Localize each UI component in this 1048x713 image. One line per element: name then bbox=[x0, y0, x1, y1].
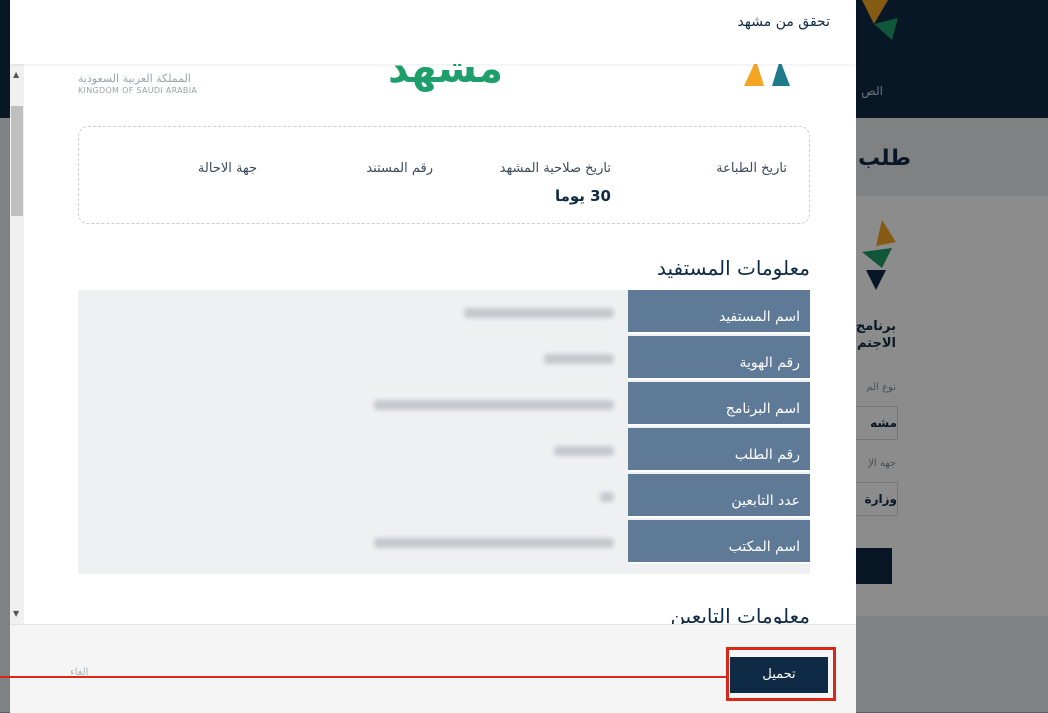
document-number-label: رقم المستند bbox=[366, 161, 433, 176]
modal-title: تحقق من مشهد bbox=[737, 14, 830, 30]
table-row: رقم الطلب bbox=[78, 428, 810, 472]
row-value-redacted bbox=[374, 400, 614, 410]
modal-scrollbar[interactable]: ▲ ▼ bbox=[10, 64, 24, 624]
row-value-redacted bbox=[600, 492, 614, 502]
table-row: اسم البرنامج bbox=[78, 382, 810, 426]
download-button[interactable]: تحميل bbox=[730, 657, 828, 693]
row-label: رقم الهوية bbox=[628, 336, 810, 380]
beneficiary-section-title: معلومات المستفيد bbox=[656, 256, 810, 280]
scroll-down-arrow-icon[interactable]: ▼ bbox=[13, 609, 19, 618]
print-date-label: تاريخ الطباعة bbox=[716, 161, 787, 176]
beneficiary-table: اسم المستفيد رقم الهوية اسم البرنامج رقم… bbox=[78, 290, 810, 574]
document-info-box: تاريخ الطباعة تاريخ صلاحية المشهد 30 يوم… bbox=[78, 126, 810, 224]
validity-value: 30 يوما bbox=[554, 187, 611, 205]
validity-label: تاريخ صلاحية المشهد bbox=[499, 161, 611, 176]
row-label: اسم البرنامج bbox=[628, 382, 810, 426]
table-row: اسم المستفيد bbox=[78, 290, 810, 334]
row-label: اسم المكتب bbox=[628, 520, 810, 564]
mashhad-logo: مشهد bbox=[388, 64, 503, 92]
modal-header: تحقق من مشهد bbox=[10, 0, 856, 64]
row-value-redacted bbox=[544, 354, 614, 364]
row-value-redacted bbox=[374, 538, 614, 548]
brand-mark-icon bbox=[744, 64, 790, 86]
row-value-redacted bbox=[554, 446, 614, 456]
table-row: رقم الهوية bbox=[78, 336, 810, 380]
annotation-pointer-line bbox=[0, 676, 726, 678]
scroll-up-arrow-icon[interactable]: ▲ bbox=[13, 70, 19, 79]
modal-footer: إلغاء تحميل bbox=[10, 624, 856, 713]
table-row: عدد التابعين bbox=[78, 474, 810, 518]
row-value-redacted bbox=[464, 308, 614, 318]
modal-body: المملكة العربية السعودية KINGDOM OF SAUD… bbox=[10, 64, 856, 624]
row-label: اسم المستفيد bbox=[628, 290, 810, 334]
referral-label: جهة الاحالة bbox=[197, 161, 257, 176]
government-name-arabic: المملكة العربية السعودية bbox=[78, 72, 191, 85]
verify-mashhad-modal: تحقق من مشهد ▲ ▼ المملكة العربية السعودي… bbox=[10, 0, 856, 713]
row-label: عدد التابعين bbox=[628, 474, 810, 518]
row-label: رقم الطلب bbox=[628, 428, 810, 472]
scrollbar-thumb[interactable] bbox=[11, 106, 23, 216]
dependents-section-title: معلومات التابعين bbox=[670, 604, 810, 624]
government-name-english: KINGDOM OF SAUDI ARABIA bbox=[78, 86, 198, 95]
table-row: اسم المكتب bbox=[78, 520, 810, 564]
